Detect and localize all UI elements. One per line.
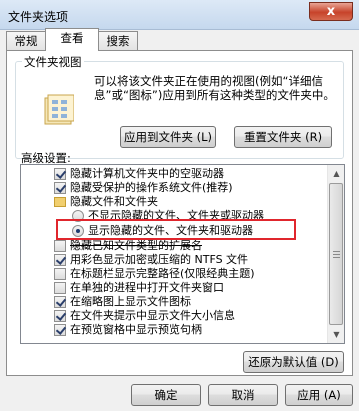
- checkbox[interactable]: [54, 182, 66, 194]
- checkbox[interactable]: [54, 324, 66, 336]
- list-item[interactable]: 隐藏受保护的操作系统文件(推荐): [54, 181, 324, 195]
- list-item[interactable]: 在缩略图上显示文件图标: [54, 295, 324, 309]
- folder-views-group: 文件夹视图 可以将该文件夹正在使用的视图(例如“详细信息”或“图标”)应用到所有…: [15, 54, 344, 159]
- close-button[interactable]: x: [309, 2, 353, 21]
- list-item[interactable]: 隐藏计算机文件夹中的空驱动器: [54, 167, 324, 181]
- folder-views-label: 文件夹视图: [22, 54, 84, 70]
- list-item: 隐藏文件和文件夹: [54, 195, 324, 209]
- checkbox[interactable]: [54, 254, 66, 266]
- highlight-annotation: [56, 219, 296, 240]
- checkbox[interactable]: [54, 310, 66, 322]
- cancel-button[interactable]: 取消: [208, 384, 278, 406]
- title-bar: 文件夹选项 x: [0, 0, 359, 30]
- ok-button[interactable]: 确定: [131, 384, 201, 406]
- apply-to-folders-button[interactable]: 应用到文件夹 (L): [120, 126, 216, 148]
- folder-view-icon: [44, 94, 74, 125]
- scroll-up-arrow-icon[interactable]: ▲: [328, 165, 344, 182]
- checkbox[interactable]: [54, 296, 66, 308]
- list-item[interactable]: 在标题栏显示完整路径(仅限经典主题): [54, 267, 324, 281]
- list-item[interactable]: 隐藏已知文件类型的扩展名: [54, 239, 324, 253]
- folder-views-description: 可以将该文件夹正在使用的视图(例如“详细信息”或“图标”)应用到所有这种类型的文…: [94, 74, 335, 102]
- checkbox[interactable]: [54, 168, 66, 180]
- list-item[interactable]: 在文件夹提示中显示文件大小信息: [54, 309, 324, 323]
- checkbox[interactable]: [54, 282, 66, 294]
- restore-defaults-button[interactable]: 还原为默认值 (D): [243, 351, 344, 373]
- scrollbar-thumb[interactable]: [329, 183, 343, 325]
- advanced-settings-list[interactable]: 隐藏计算机文件夹中的空驱动器 隐藏受保护的操作系统文件(推荐) 隐藏文件和文件夹…: [20, 164, 345, 344]
- checkbox[interactable]: [54, 240, 66, 252]
- list-item[interactable]: 用彩色显示加密或压缩的 NTFS 文件: [54, 253, 324, 267]
- tab-general[interactable]: 常规: [6, 31, 46, 51]
- reset-folders-button[interactable]: 重置文件夹 (R): [234, 126, 332, 148]
- apply-button[interactable]: 应用 (A): [285, 384, 353, 406]
- tab-view[interactable]: 查看: [45, 28, 99, 51]
- vertical-scrollbar[interactable]: ▲ ▼: [327, 165, 344, 343]
- scroll-down-arrow-icon[interactable]: ▼: [328, 326, 344, 343]
- view-tab-panel: 文件夹视图 可以将该文件夹正在使用的视图(例如“详细信息”或“图标”)应用到所有…: [6, 50, 353, 376]
- window-title: 文件夹选项: [8, 10, 69, 24]
- folder-icon: [54, 197, 66, 207]
- list-item[interactable]: 在单独的进程中打开文件夹窗口: [54, 281, 324, 295]
- tab-search[interactable]: 搜索: [98, 31, 138, 51]
- checkbox[interactable]: [54, 268, 66, 280]
- list-item[interactable]: 在预览窗格中显示预览句柄: [54, 323, 324, 337]
